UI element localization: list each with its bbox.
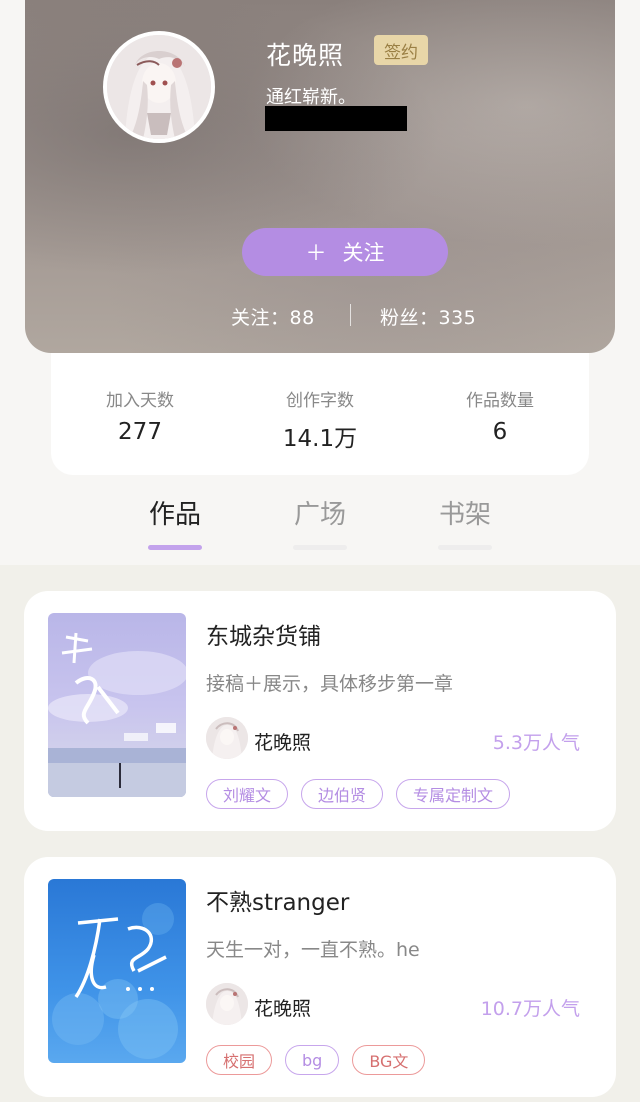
book-author-name: 花晚照 bbox=[254, 998, 312, 1020]
stat-value: 277 bbox=[118, 419, 162, 445]
book-card[interactable]: 东城杂货铺 接稿＋展示，具体移步第一章 花晚照 5.3万人气 刘耀文 边伯贤 专… bbox=[24, 591, 616, 831]
book-author-avatar[interactable] bbox=[206, 717, 248, 759]
book-card[interactable]: 不熟stranger 天生一对，一直不熟。he 花晚照 10.7万人气 校园 b… bbox=[24, 857, 616, 1097]
book-popularity: 10.7万人气 bbox=[480, 998, 580, 1020]
tab-bookshelf[interactable]: 书架 bbox=[435, 494, 495, 550]
book-tag[interactable]: BG文 bbox=[352, 1045, 426, 1075]
book-title[interactable]: 不熟stranger bbox=[206, 883, 349, 917]
tab-label: 书架 bbox=[438, 500, 491, 530]
signed-badge: 签约 bbox=[374, 35, 428, 65]
book-tag[interactable]: 校园 bbox=[206, 1045, 273, 1075]
author-name: 花晚照 bbox=[266, 41, 345, 70]
book-cover[interactable] bbox=[48, 879, 186, 1063]
stat-label: 创作字数 bbox=[286, 391, 354, 411]
tab-label: 广场 bbox=[293, 500, 346, 530]
tab-indicator bbox=[148, 545, 202, 550]
tab-indicator bbox=[293, 545, 347, 550]
book-description: 接稿＋展示，具体移步第一章 bbox=[206, 673, 454, 695]
book-tag[interactable]: 专属定制文 bbox=[396, 779, 511, 809]
divider bbox=[350, 304, 351, 326]
tab-label: 作品 bbox=[148, 500, 201, 530]
stat-label: 加入天数 bbox=[106, 391, 174, 411]
author-avatar[interactable] bbox=[103, 31, 215, 143]
follow-button[interactable]: ＋ 关注 bbox=[242, 228, 448, 276]
stats-card: 加入天数 277 创作字数 14.1万 作品数量 6 bbox=[51, 353, 589, 475]
book-cover[interactable] bbox=[48, 613, 186, 797]
stat-value: 14.1万 bbox=[282, 426, 358, 452]
book-popularity: 5.3万人气 bbox=[492, 732, 580, 754]
book-tags: 校园 bg BG文 bbox=[206, 1045, 426, 1075]
fans-count[interactable]: 粉丝：335 bbox=[380, 303, 476, 330]
stat-works-count: 作品数量 6 bbox=[430, 386, 570, 445]
redacted-block bbox=[265, 106, 407, 131]
follow-button-label: 关注 bbox=[342, 241, 385, 265]
tab-indicator bbox=[438, 545, 492, 550]
book-tag[interactable]: 边伯贤 bbox=[301, 779, 384, 809]
book-title[interactable]: 东城杂货铺 bbox=[206, 617, 321, 651]
following-count[interactable]: 关注：88 bbox=[231, 303, 315, 330]
book-tags: 刘耀文 边伯贤 专属定制文 bbox=[206, 779, 511, 809]
book-tag[interactable]: bg bbox=[285, 1045, 340, 1075]
profile-header: 花晚照 签约 通红崭新。 ＋ 关注 关注：88 粉丝：335 bbox=[25, 0, 615, 353]
book-author-name: 花晚照 bbox=[254, 732, 312, 754]
tab-works[interactable]: 作品 bbox=[145, 494, 205, 550]
stat-label: 作品数量 bbox=[466, 391, 534, 411]
stat-word-count: 创作字数 14.1万 bbox=[250, 386, 390, 453]
tab-square[interactable]: 广场 bbox=[290, 494, 350, 550]
book-author-avatar[interactable] bbox=[206, 983, 248, 1025]
stat-join-days: 加入天数 277 bbox=[70, 386, 210, 445]
stat-value: 6 bbox=[492, 419, 508, 445]
book-tag[interactable]: 刘耀文 bbox=[206, 779, 289, 809]
plus-icon: ＋ bbox=[305, 241, 327, 265]
book-description: 天生一对，一直不熟。he bbox=[206, 939, 420, 961]
